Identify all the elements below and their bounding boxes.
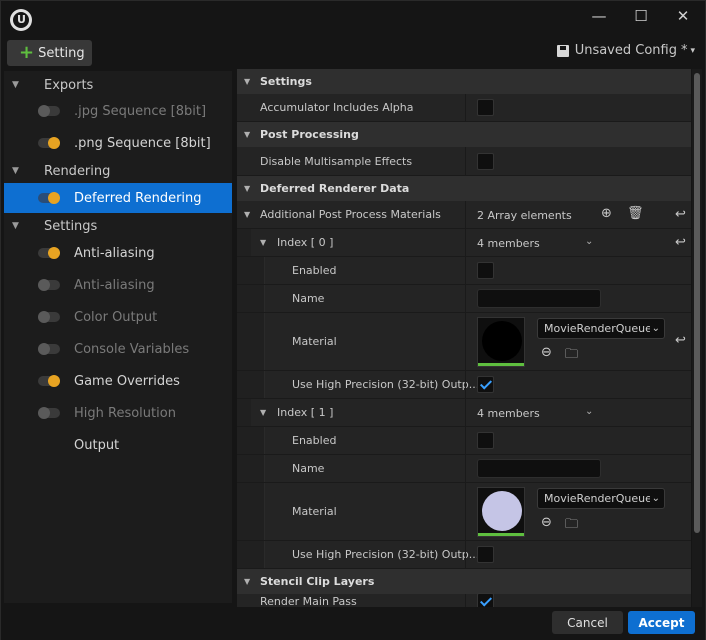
save-disk-icon [556,44,569,57]
category-settings[interactable]: ▼ Settings [4,212,232,240]
config-dropdown[interactable]: Unsaved Config * ▾ [556,43,695,58]
collapse-arrow-icon: ▼ [244,130,251,139]
browse-asset-icon[interactable]: 🗀 [565,345,578,367]
list-item-png-sequence[interactable]: .png Sequence [8bit] [4,129,232,157]
cancel-button[interactable]: Cancel [552,611,623,634]
chevron-down-icon[interactable]: ⌄ [585,236,593,247]
enable-toggle[interactable] [38,247,60,259]
dialog-window: U — ☐ ✕ + Setting Unsaved Config * ▾ ▼ E… [0,0,706,640]
section-post-processing[interactable]: ▼ Post Processing [237,122,691,147]
details-scrollbar[interactable] [692,69,702,607]
material-0-combo[interactable]: MovieRenderQueue ⌄ [537,318,665,339]
prop-highprec-0: Use High Precision (32-bit) Outp... [237,371,691,399]
chevron-down-icon: ⌄ [649,489,660,508]
maximize-button[interactable]: ☐ [625,5,657,27]
collapse-arrow-icon[interactable]: ▼ [260,408,266,417]
enabled-1-checkbox[interactable] [477,432,494,449]
disable-multisample-checkbox[interactable] [477,153,494,170]
section-settings[interactable]: ▼ Settings [237,69,691,94]
settings-list: ▼ Exports .jpg Sequence [8bit] .png Sequ… [4,71,232,603]
prop-accumulator-alpha: Accumulator Includes Alpha [237,94,691,122]
enable-toggle[interactable] [38,375,60,387]
name-1-input[interactable] [477,459,601,478]
use-selected-icon[interactable]: ⊖ [541,345,552,360]
prop-highprec-1: Use High Precision (32-bit) Outp... [237,541,691,569]
collapse-arrow-icon: ▼ [12,166,19,176]
details-panel: ▼ Settings Accumulator Includes Alpha ▼ … [237,69,691,607]
enable-toggle[interactable] [38,343,60,355]
prop-additional-ppm: ▼ Additional Post Process Materials 2 Ar… [237,201,691,229]
list-item-color-output[interactable]: Color Output [4,303,232,331]
title-bar: U — ☐ ✕ [1,1,705,35]
prop-enabled-1: Enabled [237,427,691,455]
chevron-down-icon[interactable]: ⌄ [585,406,593,417]
chevron-down-icon: ▾ [690,45,695,56]
collapse-arrow-icon: ▼ [244,184,251,193]
enable-toggle[interactable] [38,137,60,149]
name-0-input[interactable] [477,289,601,308]
unreal-logo-icon: U [10,9,32,31]
prop-index-0: ▼ Index [ 0 ] 4 members ⌄ [237,229,691,257]
accumulator-alpha-checkbox[interactable] [477,99,494,116]
highprec-0-checkbox[interactable] [477,376,494,393]
reset-to-default-icon[interactable]: ↩ [675,333,686,348]
list-item-anti-aliasing-1[interactable]: Anti-aliasing [4,239,232,267]
prop-name-0: Name [237,285,691,313]
trash-icon[interactable]: 🗑 [627,206,644,221]
reset-to-default-icon[interactable]: ↩ [675,207,686,222]
prop-name-1: Name [237,455,691,483]
category-exports[interactable]: ▼ Exports [4,71,232,99]
dialog-footer: Cancel Accept [1,607,705,640]
highprec-1-checkbox[interactable] [477,546,494,563]
chevron-down-icon: ⌄ [649,319,660,338]
list-item-console-variables[interactable]: Console Variables [4,335,232,363]
collapse-arrow-icon[interactable]: ▼ [244,210,250,219]
category-rendering[interactable]: ▼ Rendering [4,157,232,185]
material-1-thumbnail[interactable] [477,487,525,537]
material-1-combo[interactable]: MovieRenderQueue ⌄ [537,488,665,509]
enable-toggle[interactable] [38,105,60,117]
collapse-arrow-icon: ▼ [244,577,251,586]
add-element-icon[interactable]: ⊕ [601,206,612,221]
list-item-anti-aliasing-2[interactable]: Anti-aliasing [4,271,232,299]
prop-material-0: Material MovieRenderQueue ⌄ ⊖ 🗀 [237,313,691,371]
enable-toggle[interactable] [38,407,60,419]
plus-icon: + [19,42,35,63]
enable-toggle[interactable] [38,311,60,323]
prop-enabled-0: Enabled [237,257,691,285]
list-item-game-overrides[interactable]: Game Overrides [4,367,232,395]
enabled-0-checkbox[interactable] [477,262,494,279]
prop-index-1: ▼ Index [ 1 ] 4 members ⌄ [237,399,691,427]
reset-to-default-icon[interactable]: ↩ [675,235,686,250]
enable-toggle[interactable] [38,192,60,204]
render-main-pass-checkbox[interactable] [477,593,494,607]
collapse-arrow-icon: ▼ [244,77,251,86]
material-0-thumbnail[interactable] [477,317,525,367]
add-setting-button[interactable]: + Setting [7,40,92,66]
list-item-jpg-sequence[interactable]: .jpg Sequence [8bit] [4,97,232,125]
use-selected-icon[interactable]: ⊖ [541,515,552,530]
collapse-arrow-icon: ▼ [12,221,19,231]
enable-toggle[interactable] [38,279,60,291]
collapse-arrow-icon[interactable]: ▼ [260,238,266,247]
prop-render-main-pass: Render Main Pass [237,593,691,607]
minimize-button[interactable]: — [583,5,615,27]
collapse-arrow-icon: ▼ [12,80,19,90]
accept-button[interactable]: Accept [628,611,695,634]
prop-material-1: Material MovieRenderQueue ⌄ ⊖ 🗀 [237,483,691,541]
toolbar: + Setting Unsaved Config * ▾ [1,35,705,69]
browse-asset-icon[interactable]: 🗀 [565,515,578,537]
list-item-deferred-rendering[interactable]: Deferred Rendering [4,183,232,213]
list-item-high-resolution[interactable]: High Resolution [4,399,232,427]
close-button[interactable]: ✕ [667,5,699,27]
prop-disable-multisample: Disable Multisample Effects [237,147,691,176]
section-deferred-renderer-data[interactable]: ▼ Deferred Renderer Data [237,176,691,201]
list-item-output[interactable]: Output [4,431,232,459]
